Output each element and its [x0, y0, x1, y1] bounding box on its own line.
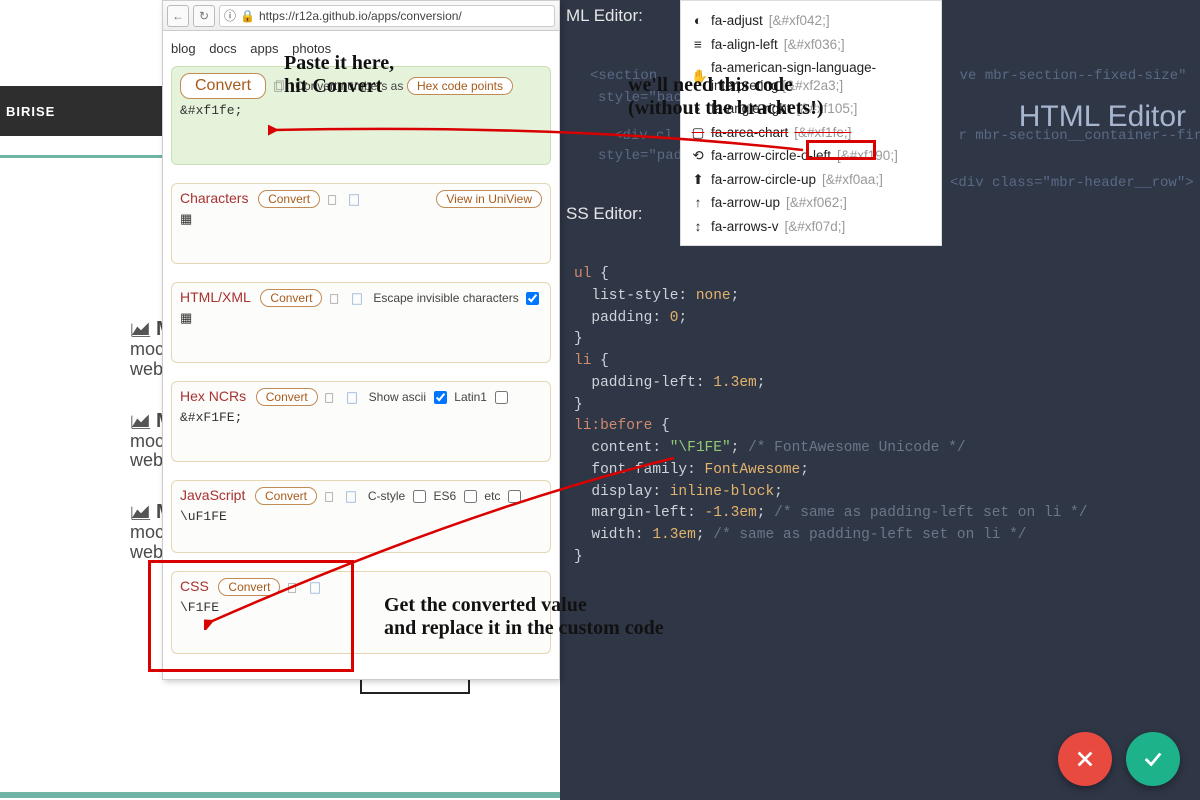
section-title: Characters [180, 190, 248, 206]
convert-button[interactable]: Convert [260, 289, 322, 307]
characters-output[interactable]: ▦ [180, 212, 542, 227]
annotation-need-code: we'll need this code (without the bracke… [628, 74, 824, 120]
copy-icon[interactable] [323, 490, 337, 504]
escape-label: Escape invisible characters [373, 291, 518, 305]
convert-button[interactable]: Convert [180, 73, 266, 99]
nav-apps[interactable]: apps [250, 41, 278, 56]
javascript-section: JavaScript Convert C-style ES6 etc \uF1F… [171, 480, 551, 553]
icon-row[interactable]: ↕ fa-arrows-v [&#xf07d;] [691, 215, 931, 239]
hexncr-section: Hex NCRs Convert Show ascii Latin1 &#xF1… [171, 381, 551, 462]
fa-arrow-circle-up-icon: ⬆ [691, 171, 705, 189]
hexncr-output[interactable]: &#xF1FE; [180, 410, 542, 425]
icon-name: fa-arrow-up [711, 194, 780, 212]
feature-line: web [130, 542, 163, 562]
htmlxml-output[interactable]: ▦ [180, 311, 542, 326]
icon-row[interactable]: ⬆ fa-arrow-circle-up [&#xf0aa;] [691, 168, 931, 192]
annotation-paste: Paste it here, hit Convert [284, 52, 394, 98]
icon-name: fa-arrow-circle-up [711, 171, 816, 189]
icon-code: [&#xf1fe;] [794, 124, 851, 142]
javascript-output[interactable]: \uF1FE [180, 509, 542, 524]
show-ascii-label: Show ascii [369, 390, 426, 404]
fa-arrow-circle-o-left-icon: ⟲ [691, 147, 705, 165]
escape-checkbox[interactable] [526, 292, 539, 305]
back-button[interactable]: ← [167, 5, 189, 27]
doc-icon[interactable] [347, 193, 361, 207]
icon-code: [&#xf07d;] [785, 218, 846, 236]
convert-button[interactable]: Convert [258, 190, 320, 208]
highlight-css-section-box [148, 560, 354, 672]
latin1-checkbox[interactable] [495, 391, 508, 404]
nav-docs[interactable]: docs [209, 41, 236, 56]
es6-checkbox[interactable] [464, 490, 477, 503]
icon-name: fa-adjust [711, 12, 763, 30]
cancel-button[interactable] [1058, 732, 1112, 786]
feature-line: web [130, 359, 163, 379]
cstyle-checkbox[interactable] [413, 490, 426, 503]
url-text: https://r12a.github.io/apps/conversion/ [259, 9, 462, 23]
icon-list-panel: ◐ fa-adjust [&#xf042;] ≡ fa-align-left [&#… [680, 0, 942, 246]
netc-label: etc [484, 489, 500, 503]
convert-button[interactable]: Convert [255, 487, 317, 505]
birise-label: BIRISE [0, 86, 162, 136]
view-uniview-button[interactable]: View in UniView [436, 190, 542, 208]
nav-blog[interactable]: blog [171, 41, 196, 56]
icon-code: [&#xf062;] [786, 194, 847, 212]
icon-code: [&#xf042;] [769, 12, 830, 30]
htmlxml-section: HTML/XML Convert Escape invisible charac… [171, 282, 551, 363]
icon-row[interactable]: ◐ fa-adjust [&#xf042;] [691, 9, 931, 33]
fa-arrow-up-icon: ↑ [691, 194, 705, 212]
convert-input-value[interactable]: &#xf1fe; [180, 103, 542, 118]
netc-checkbox[interactable] [508, 490, 521, 503]
characters-section: Characters Convert View in UniView ▦ [171, 183, 551, 264]
highlight-code-box [806, 140, 876, 160]
annotation-replace: Get the converted value and replace it i… [384, 594, 664, 640]
fa-area-chart-icon: ▢ [691, 124, 705, 142]
url-field[interactable]: ⓘ 🔒 https://r12a.github.io/apps/conversi… [219, 5, 555, 27]
convert-button[interactable]: Convert [256, 388, 318, 406]
fa-arrows-v-icon: ↕ [691, 218, 705, 236]
section-title: Hex NCRs [180, 388, 246, 404]
icon-name: fa-area-chart [711, 124, 788, 142]
confirm-button[interactable] [1126, 732, 1180, 786]
divider-line-bottom [0, 792, 560, 798]
copy-icon[interactable] [328, 292, 342, 306]
area-chart-icon [130, 504, 152, 522]
area-chart-icon [130, 413, 152, 431]
feature-line: moc [130, 431, 164, 451]
bg-code-line: <div class="mbr-header__row"> [950, 175, 1194, 191]
es6-label: ES6 [433, 489, 456, 503]
copy-icon[interactable] [326, 193, 340, 207]
feature-line: moc [130, 522, 164, 542]
css-editor-label: SS Editor: [566, 204, 643, 224]
cstyle-label: C-style [368, 489, 405, 503]
hex-code-points-pill[interactable]: Hex code points [407, 77, 513, 95]
address-bar: ← ↻ ⓘ 🔒 https://r12a.github.io/apps/conv… [163, 1, 559, 31]
icon-row[interactable]: ≡ fa-align-left [&#xf036;] [691, 33, 931, 57]
divider-line [0, 155, 162, 158]
latin1-label: Latin1 [454, 390, 487, 404]
icon-name: fa-arrows-v [711, 218, 779, 236]
fa-align-left-icon: ≡ [691, 36, 705, 54]
reload-button[interactable]: ↻ [193, 5, 215, 27]
css-editor-content[interactable]: ul { list-style: none; padding: 0; } li … [574, 264, 1087, 569]
copy-icon[interactable] [323, 391, 337, 405]
section-title: JavaScript [180, 487, 245, 503]
fa-adjust-icon: ◐ [691, 12, 705, 30]
icon-code: [&#xf036;] [784, 36, 845, 54]
icon-row[interactable]: ↑ fa-arrow-up [&#xf062;] [691, 191, 931, 215]
feature-line: moc [130, 339, 164, 359]
doc-icon[interactable] [350, 292, 364, 306]
doc-icon[interactable] [345, 391, 359, 405]
info-icon: ⓘ [224, 7, 236, 24]
show-ascii-checkbox[interactable] [434, 391, 447, 404]
html-editor-label: ML Editor: [566, 6, 643, 26]
icon-code: [&#xf0aa;] [822, 171, 883, 189]
section-title: HTML/XML [180, 289, 251, 305]
doc-icon[interactable] [344, 490, 358, 504]
feature-line: web [130, 450, 163, 470]
lock-icon: 🔒 [240, 9, 255, 23]
icon-name: fa-align-left [711, 36, 778, 54]
area-chart-icon [130, 321, 152, 339]
